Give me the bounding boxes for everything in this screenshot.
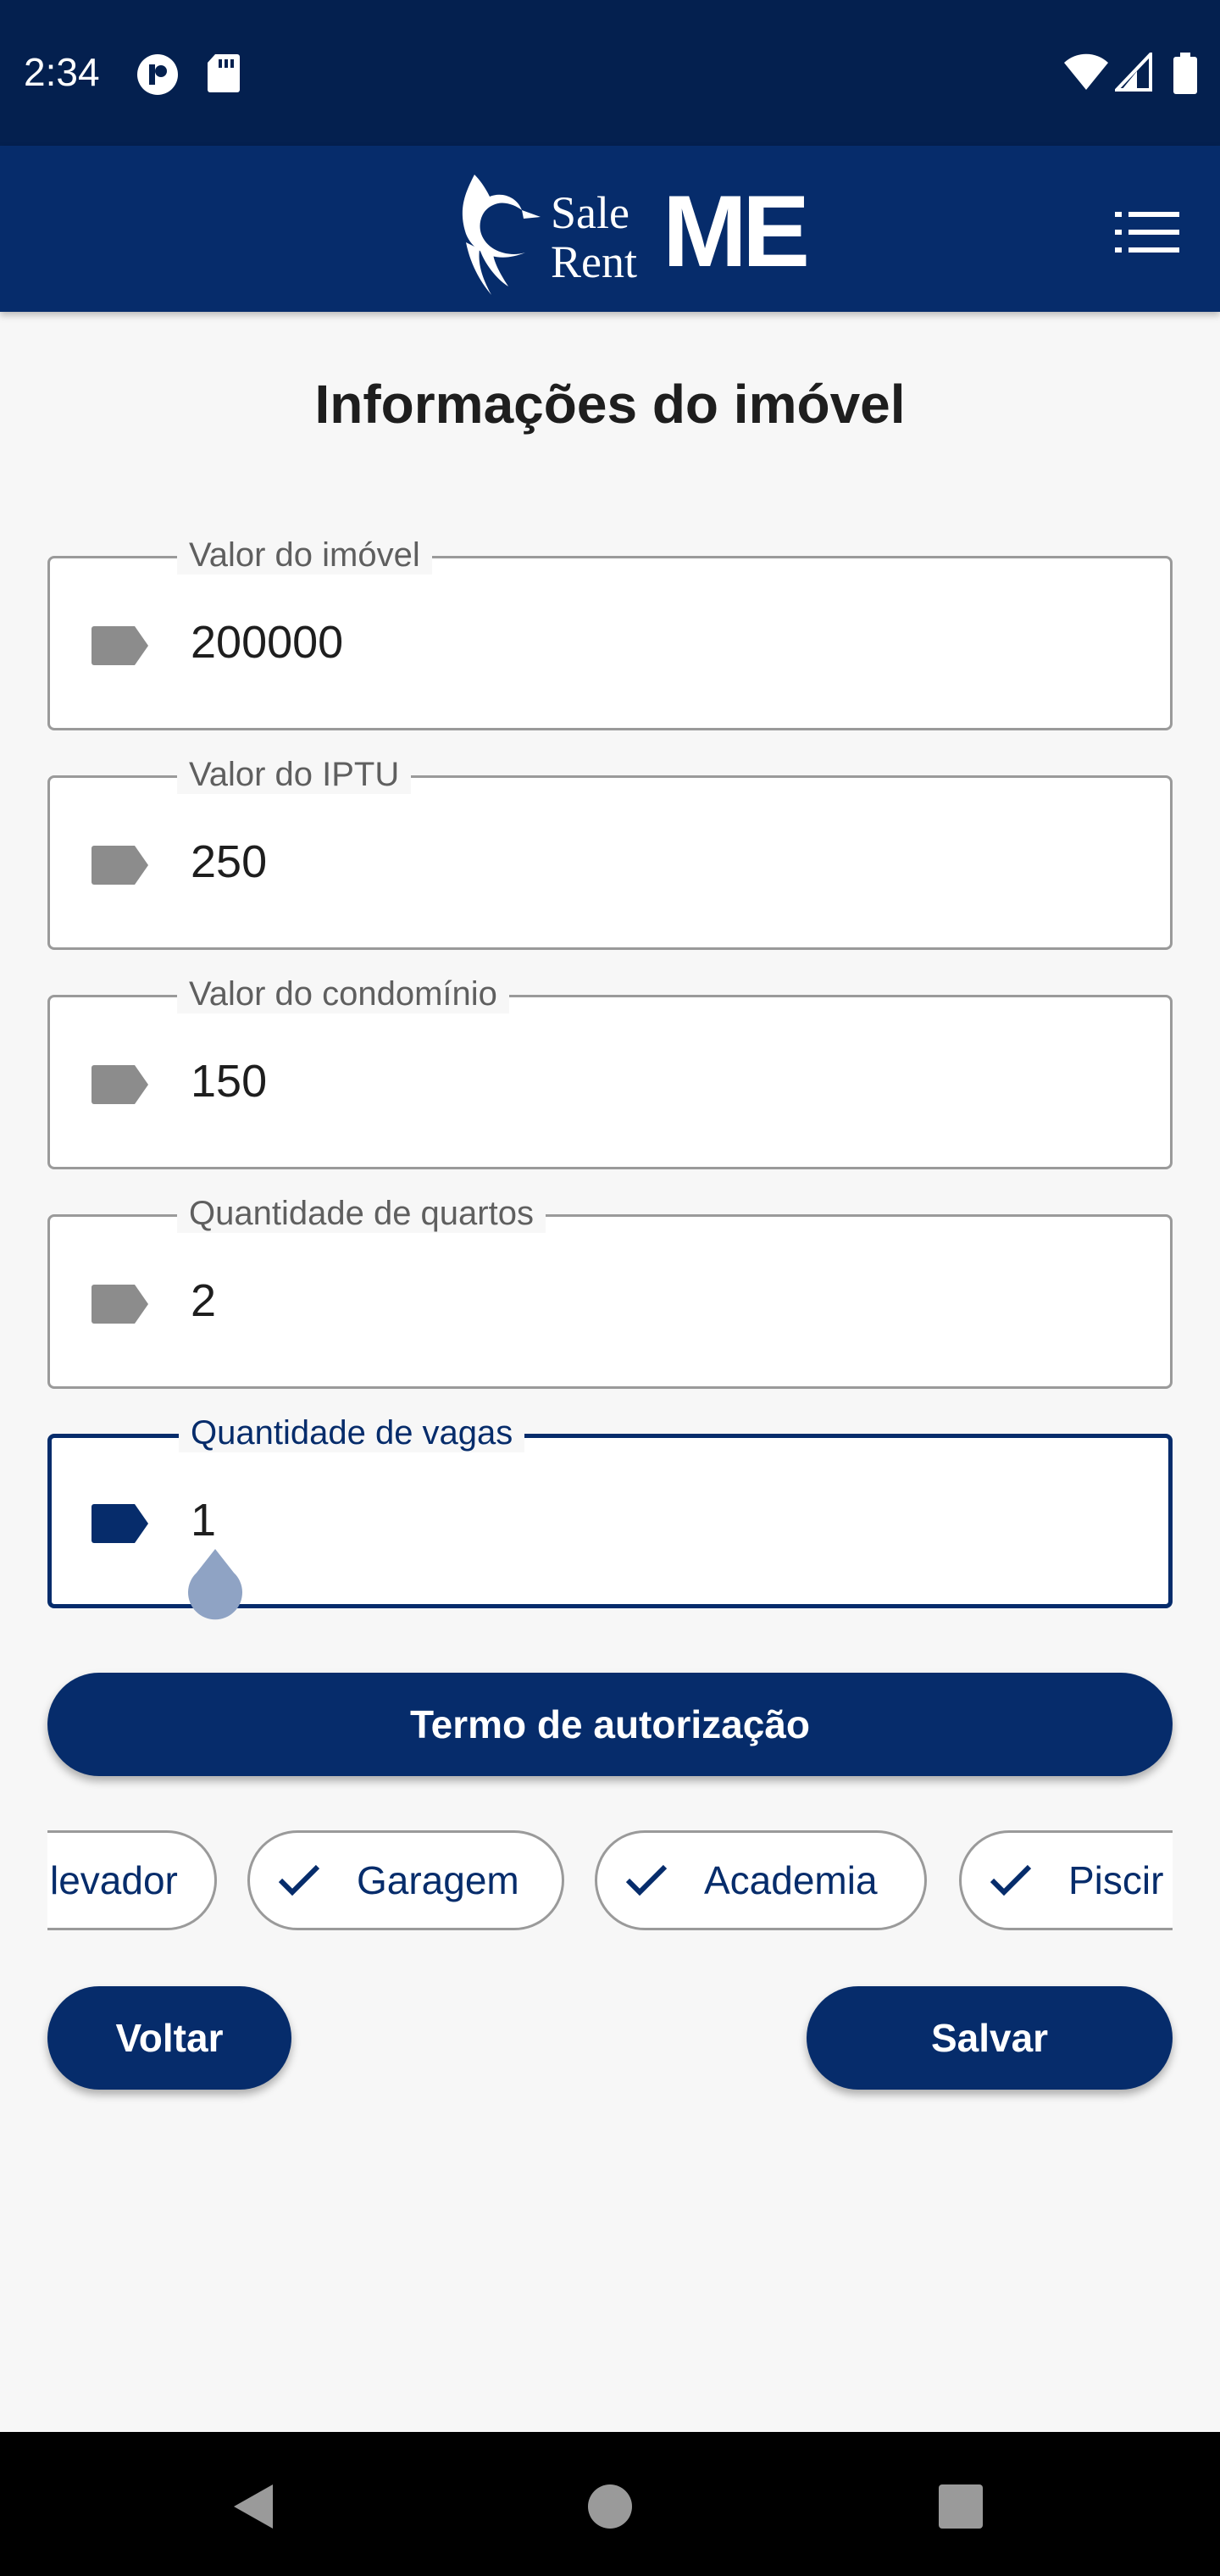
- bedrooms-field[interactable]: Quantidade de quartos 2: [47, 1195, 1173, 1389]
- iptu-value-field[interactable]: Valor do IPTU 250: [47, 756, 1173, 950]
- field-value[interactable]: 150: [191, 1055, 267, 1108]
- amenities-chip-list[interactable]: levador Garagem Academia Piscir: [47, 1829, 1173, 1934]
- field-value[interactable]: 200000: [191, 616, 343, 669]
- field-label: Quantidade de vagas: [179, 1414, 525, 1452]
- field-label: Quantidade de quartos: [177, 1195, 546, 1233]
- tag-icon: [92, 1504, 148, 1543]
- check-icon: [990, 1864, 1032, 1896]
- field-value[interactable]: 1: [191, 1494, 216, 1546]
- salerentme-logo: Sale Rent ME: [441, 158, 810, 302]
- authorization-term-button[interactable]: Termo de autorização: [47, 1673, 1173, 1776]
- chip-pool[interactable]: Piscir: [959, 1830, 1173, 1930]
- field-label: Valor do imóvel: [177, 536, 432, 575]
- chip-elevator[interactable]: levador: [47, 1830, 217, 1930]
- hummingbird-logo-icon: [462, 175, 541, 295]
- wifi-icon: [1064, 53, 1108, 90]
- tag-icon: [92, 626, 148, 665]
- recents-square-icon[interactable]: [937, 2483, 984, 2530]
- field-value[interactable]: 250: [191, 836, 267, 888]
- tag-icon: [92, 1065, 148, 1104]
- home-circle-icon[interactable]: [586, 2483, 634, 2530]
- chip-label: levador: [50, 1858, 178, 1902]
- check-icon: [625, 1864, 668, 1896]
- page-title: Informações do imóvel: [314, 374, 906, 435]
- chip-label: Garagem: [357, 1858, 519, 1902]
- tag-icon: [92, 1285, 148, 1324]
- chip-gym[interactable]: Academia: [595, 1830, 927, 1930]
- save-button[interactable]: Salvar: [807, 1986, 1173, 2090]
- text-cursor-handle[interactable]: [181, 1547, 249, 1624]
- check-icon: [278, 1864, 320, 1896]
- signal-icon: [1115, 53, 1152, 92]
- logo-word-sale: Sale: [551, 187, 629, 238]
- field-label: Valor do condomínio: [177, 975, 509, 1013]
- status-time: 2:34: [24, 50, 100, 94]
- list-menu-icon[interactable]: [1115, 208, 1179, 256]
- notification-app-icon: [137, 54, 178, 95]
- status-bar: 2:34: [0, 0, 1220, 146]
- chip-label: Piscir: [1068, 1858, 1164, 1902]
- system-navigation-bar: [0, 2432, 1220, 2576]
- logo-word-rent: Rent: [551, 236, 637, 287]
- sd-card-icon: [208, 54, 240, 92]
- chip-garage[interactable]: Garagem: [247, 1830, 564, 1930]
- tag-icon: [92, 846, 148, 885]
- field-value[interactable]: 2: [191, 1274, 216, 1327]
- field-label: Valor do IPTU: [177, 756, 412, 794]
- back-button[interactable]: Voltar: [47, 1986, 291, 2090]
- back-triangle-icon[interactable]: [229, 2481, 280, 2532]
- battery-icon: [1173, 53, 1197, 94]
- logo-word-me: ME: [663, 175, 810, 288]
- property-value-field[interactable]: Valor do imóvel 200000: [47, 536, 1173, 730]
- app-bar: Sale Rent ME: [0, 146, 1220, 312]
- condo-fee-field[interactable]: Valor do condomínio 150: [47, 975, 1173, 1169]
- chip-label: Academia: [704, 1858, 878, 1902]
